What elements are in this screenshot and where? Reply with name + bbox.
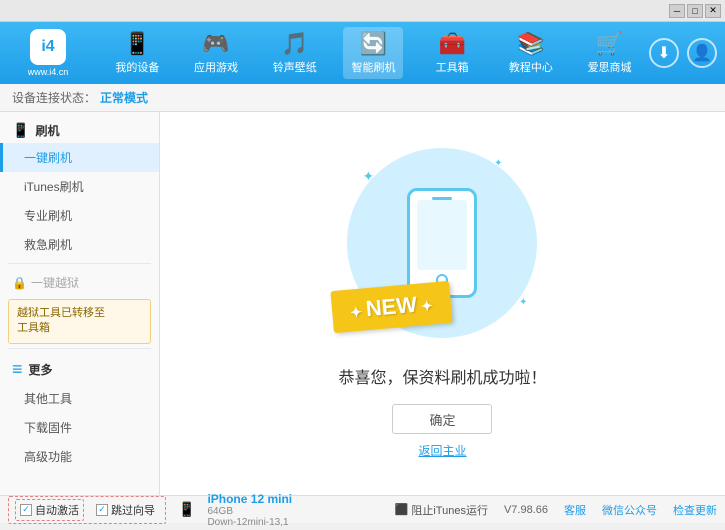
phone-illustration: ✦ ✦ ✦ NEW: [342, 148, 542, 348]
header: i4 www.i4.cn 📱 我的设备 🎮 应用游戏 🎵 铃声壁纸 🔄 智能刷机…: [0, 22, 725, 84]
nav-bar: 📱 我的设备 🎮 应用游戏 🎵 铃声壁纸 🔄 智能刷机 🧰 工具箱 📚 教程中心…: [98, 27, 649, 79]
smart-flash-icon: 🔄: [360, 31, 387, 57]
nav-smart-flash-label: 智能刷机: [351, 59, 395, 75]
customer-service-link[interactable]: 客服: [564, 502, 586, 518]
auto-connect-checkbox[interactable]: ✓ 自动激活: [15, 499, 84, 521]
bottom-bar: ✓ 自动激活 ✓ 跳过向导 📱 iPhone 12 mini 64GB Down…: [0, 495, 725, 523]
wechat-link[interactable]: 微信公众号: [602, 502, 657, 518]
sidebar-section-flash: 📱 刷机: [0, 116, 159, 143]
bottom-left: ✓ 自动激活 ✓ 跳过向导 📱 iPhone 12 mini 64GB Down…: [8, 490, 300, 530]
logo-url: www.i4.cn: [28, 67, 69, 77]
title-bar: ─ □ ✕: [0, 0, 725, 22]
sidebar: 📱 刷机 一键刷机 iTunes刷机 专业刷机 救急刷机 🔒 一键越狱 越狱工具…: [0, 112, 160, 495]
device-phone-icon: 📱: [178, 501, 195, 518]
confirm-button[interactable]: 确定: [392, 404, 492, 434]
status-label: 设备连接状态：: [12, 89, 96, 106]
status-bar: 设备连接状态： 正常模式: [0, 84, 725, 112]
wallpaper-icon: 🎵: [281, 31, 308, 57]
check-update-link[interactable]: 检查更新: [673, 502, 717, 518]
main-layout: 📱 刷机 一键刷机 iTunes刷机 专业刷机 救急刷机 🔒 一键越狱 越狱工具…: [0, 112, 725, 495]
itunes-running[interactable]: ⬛ 阻止iTunes运行: [395, 502, 488, 518]
nav-toolbox-label: 工具箱: [436, 59, 469, 75]
device-name: iPhone 12 mini: [207, 492, 292, 506]
stop-icon: ⬛: [395, 503, 409, 516]
device-system: Down-12mini-13,1: [207, 517, 292, 528]
sidebar-item-save-flash[interactable]: 救急刷机: [0, 230, 159, 259]
download-button[interactable]: ⬇: [649, 38, 679, 68]
skip-wizard-checkbox[interactable]: ✓ 跳过向导: [92, 500, 159, 520]
sidebar-item-advanced[interactable]: 高级功能: [0, 442, 159, 471]
sidebar-item-download-firmware[interactable]: 下载固件: [0, 413, 159, 442]
sidebar-divider-2: [8, 348, 151, 349]
nav-mall[interactable]: 🛒 爱思商城: [580, 27, 640, 79]
nav-apps-games-label: 应用游戏: [194, 59, 238, 75]
my-device-icon: 📱: [124, 31, 151, 57]
content-area: ✦ ✦ ✦ NEW 恭喜您，保资料刷机成功啦！ 确定 返回主业: [160, 112, 725, 495]
sidebar-jailbreak-disabled: 🔒 一键越狱: [0, 268, 159, 295]
close-button[interactable]: ✕: [705, 4, 721, 18]
logo[interactable]: i4 www.i4.cn: [8, 29, 88, 77]
device-storage: 64GB: [207, 506, 292, 517]
more-section-label: 更多: [29, 361, 53, 378]
nav-smart-flash[interactable]: 🔄 智能刷机: [343, 27, 403, 79]
nav-apps-games[interactable]: 🎮 应用游戏: [186, 27, 246, 79]
apps-games-icon: 🎮: [202, 31, 229, 57]
header-actions: ⬇ 👤: [649, 38, 717, 68]
flash-section-label: 刷机: [35, 122, 59, 139]
jailbreak-notice: 越狱工具已转移至工具箱: [8, 299, 151, 344]
nav-toolbox[interactable]: 🧰 工具箱: [422, 27, 482, 79]
phone-speaker: [432, 197, 452, 200]
nav-wallpaper[interactable]: 🎵 铃声壁纸: [265, 27, 325, 79]
nav-my-device-label: 我的设备: [115, 59, 159, 75]
auto-connect-check-icon: ✓: [20, 504, 32, 516]
logo-icon: i4: [30, 29, 66, 65]
sidebar-item-itunes-flash[interactable]: iTunes刷机: [0, 172, 159, 201]
sidebar-item-one-click-flash[interactable]: 一键刷机: [0, 143, 159, 172]
more-section-icon: ≡: [12, 359, 23, 380]
toolbox-icon: 🧰: [438, 31, 465, 57]
success-text: 恭喜您，保资料刷机成功啦！: [338, 364, 546, 388]
nav-my-device[interactable]: 📱 我的设备: [107, 27, 167, 79]
version-text: V7.98.66: [504, 504, 548, 516]
sidebar-item-other-tools[interactable]: 其他工具: [0, 384, 159, 413]
success-area: ✦ ✦ ✦ NEW 恭喜您，保资料刷机成功啦！ 确定 返回主业: [338, 148, 546, 459]
lock-icon: 🔒: [12, 276, 27, 290]
status-value: 正常模式: [100, 89, 148, 106]
nav-tutorials[interactable]: 📚 教程中心: [501, 27, 561, 79]
star-decoration-3: ✦: [519, 297, 527, 308]
sidebar-item-pro-flash[interactable]: 专业刷机: [0, 201, 159, 230]
nav-wallpaper-label: 铃声壁纸: [273, 59, 317, 75]
star-decoration-1: ✦: [362, 168, 374, 185]
minimize-button[interactable]: ─: [669, 4, 685, 18]
maximize-button[interactable]: □: [687, 4, 703, 18]
bottom-right: ⬛ 阻止iTunes运行 V7.98.66 客服 微信公众号 检查更新: [395, 502, 717, 518]
nav-tutorials-label: 教程中心: [509, 59, 553, 75]
window-controls[interactable]: ─ □ ✕: [669, 4, 721, 18]
tutorials-icon: 📚: [517, 31, 544, 57]
nav-mall-label: 爱思商城: [588, 59, 632, 75]
back-link[interactable]: 返回主业: [418, 442, 466, 459]
skip-wizard-check-icon: ✓: [96, 504, 108, 516]
flash-section-icon: 📱: [12, 122, 29, 139]
star-decoration-2: ✦: [494, 158, 502, 169]
device-info: iPhone 12 mini 64GB Down-12mini-13,1: [199, 490, 300, 530]
phone-screen: [417, 200, 467, 270]
sidebar-divider-1: [8, 263, 151, 264]
mall-icon: 🛒: [596, 31, 623, 57]
sidebar-section-more: ≡ 更多: [0, 353, 159, 384]
user-button[interactable]: 👤: [687, 38, 717, 68]
